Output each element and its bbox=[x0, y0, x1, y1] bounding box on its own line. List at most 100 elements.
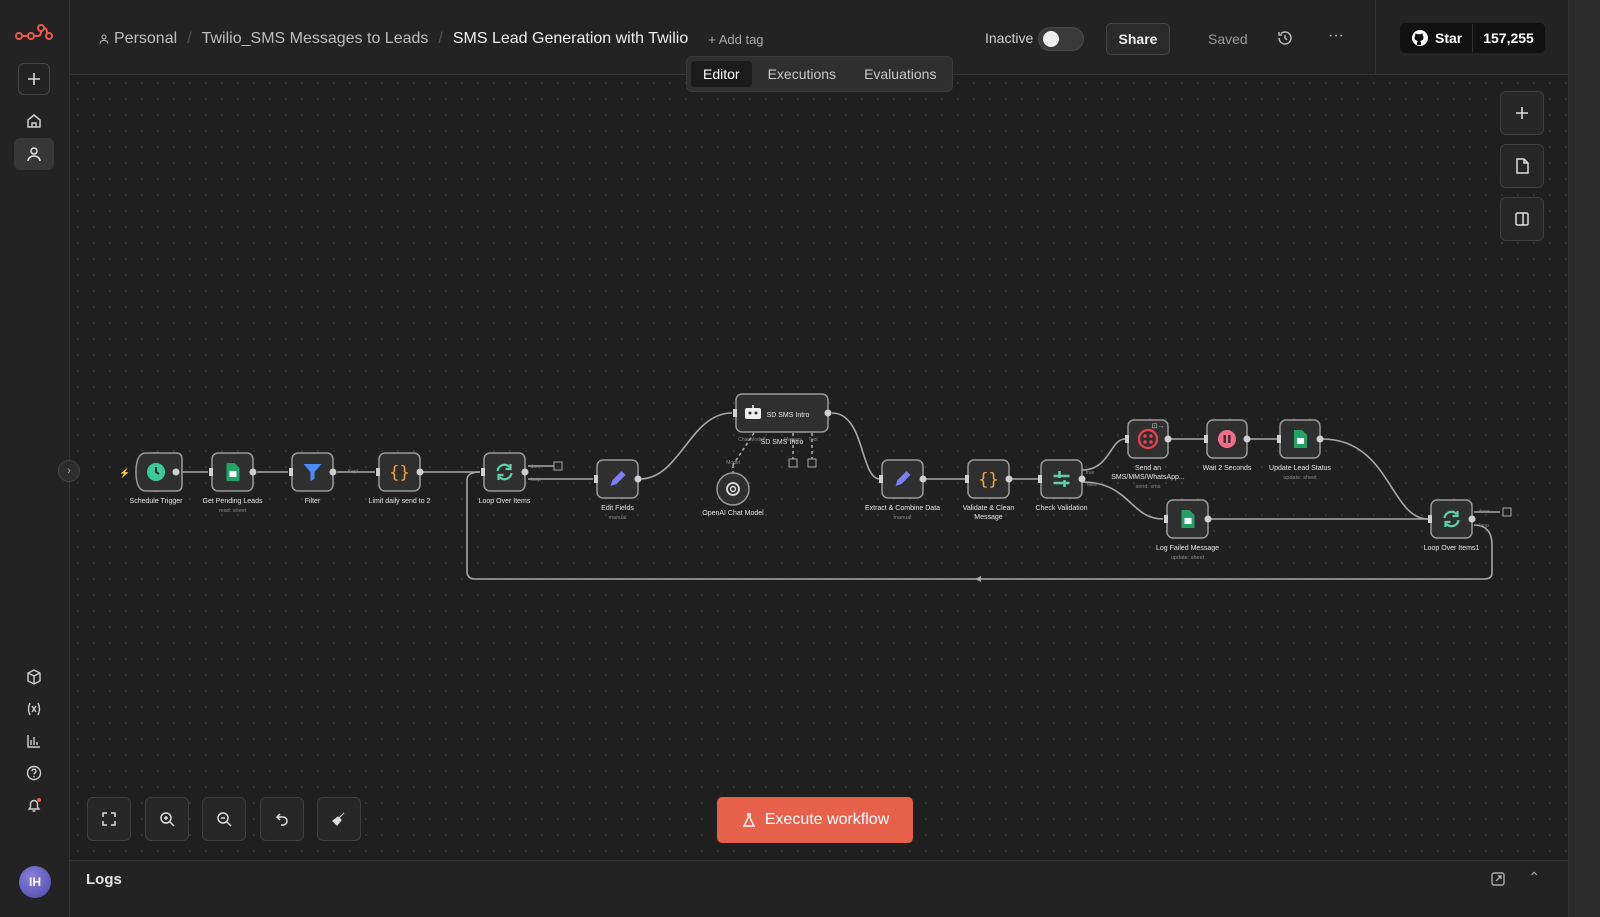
sticky-note-button[interactable] bbox=[1500, 144, 1544, 188]
panel-icon bbox=[1515, 212, 1529, 226]
output-port[interactable] bbox=[521, 468, 529, 476]
node-subtitle: manual bbox=[893, 515, 911, 521]
sidebar-item-personal[interactable] bbox=[14, 138, 54, 170]
node-box[interactable] bbox=[1040, 459, 1083, 499]
tab-evaluations[interactable]: Evaluations bbox=[852, 61, 948, 87]
input-port[interactable] bbox=[1204, 435, 1208, 443]
input-port[interactable] bbox=[1428, 515, 1432, 523]
node-loop[interactable] bbox=[481, 452, 529, 492]
tab-executions[interactable]: Executions bbox=[756, 61, 848, 87]
sidebar-item-insights[interactable] bbox=[14, 725, 54, 757]
node-title: Validate & Clean bbox=[963, 505, 1015, 512]
add-memory-stub[interactable] bbox=[788, 458, 798, 468]
input-port[interactable] bbox=[965, 475, 969, 483]
node-check[interactable] bbox=[1038, 459, 1086, 499]
node-openai[interactable] bbox=[716, 472, 750, 506]
box-icon bbox=[27, 669, 41, 685]
output-port[interactable] bbox=[919, 475, 927, 483]
svg-text:{}: {} bbox=[389, 463, 409, 483]
history-icon[interactable] bbox=[1276, 29, 1294, 47]
tab-editor[interactable]: Editor bbox=[691, 61, 752, 87]
output-port[interactable] bbox=[1468, 515, 1476, 523]
zoom-in-button[interactable] bbox=[145, 797, 189, 841]
output-port[interactable] bbox=[1164, 435, 1172, 443]
workflow-canvas[interactable]: ⚡ Schedule Trigger Get Pending Leads read: … bbox=[70, 75, 1600, 860]
share-button[interactable]: Share bbox=[1106, 23, 1170, 55]
branch-label-false: false bbox=[1087, 482, 1098, 488]
output-port[interactable] bbox=[1204, 515, 1212, 523]
node-loop2[interactable] bbox=[1428, 499, 1476, 539]
input-port[interactable] bbox=[481, 468, 485, 476]
github-star-button[interactable]: Star 157,255 bbox=[1400, 23, 1545, 53]
add-tag-button[interactable]: + Add tag bbox=[708, 32, 763, 47]
more-options-icon[interactable]: ··· bbox=[1328, 27, 1344, 45]
output-port[interactable] bbox=[1078, 475, 1086, 483]
github-star[interactable]: Star bbox=[1401, 24, 1474, 52]
add-node-stub[interactable] bbox=[1502, 507, 1512, 517]
sidebar-item-notifications[interactable] bbox=[14, 789, 54, 821]
node-send[interactable] bbox=[1125, 419, 1172, 459]
add-node-button[interactable] bbox=[1500, 91, 1544, 135]
tidy-up-button[interactable] bbox=[317, 797, 361, 841]
branch-label-kept: Kept bbox=[348, 469, 359, 475]
sidebar-item-templates[interactable] bbox=[14, 661, 54, 693]
breadcrumb-personal[interactable]: Personal bbox=[98, 30, 177, 48]
sidebar-item-help[interactable] bbox=[14, 757, 54, 789]
node-subtitle: manual bbox=[608, 515, 626, 521]
input-port[interactable] bbox=[289, 468, 293, 476]
input-port[interactable] bbox=[376, 468, 380, 476]
branch-label-done: done bbox=[530, 464, 541, 470]
node-title: Log Failed Message bbox=[1156, 545, 1219, 552]
input-port[interactable] bbox=[1277, 435, 1281, 443]
zoom-out-icon bbox=[217, 812, 232, 827]
output-port[interactable] bbox=[172, 468, 180, 476]
workflow-name[interactable]: SMS Lead Generation with Twilio bbox=[453, 30, 688, 48]
input-port[interactable] bbox=[209, 468, 213, 476]
output-port[interactable] bbox=[1243, 435, 1251, 443]
logs-title: Logs bbox=[86, 871, 122, 888]
breadcrumb-separator: / bbox=[438, 30, 443, 47]
logs-panel[interactable]: Logs ⌃ bbox=[70, 860, 1600, 917]
input-port[interactable] bbox=[733, 409, 737, 417]
input-port[interactable] bbox=[1164, 515, 1168, 523]
output-port[interactable] bbox=[329, 468, 337, 476]
input-port[interactable] bbox=[1125, 435, 1129, 443]
add-node-stub[interactable] bbox=[553, 461, 563, 471]
zoom-out-button[interactable] bbox=[202, 797, 246, 841]
create-button[interactable] bbox=[18, 63, 50, 95]
output-port[interactable] bbox=[416, 468, 424, 476]
node-circle[interactable] bbox=[716, 472, 750, 506]
pause-icon bbox=[1218, 430, 1236, 448]
breadcrumb-folder[interactable]: Twilio_SMS Messages to Leads bbox=[202, 30, 429, 48]
output-port[interactable] bbox=[1005, 475, 1013, 483]
code-icon: {} bbox=[389, 463, 409, 483]
output-port[interactable] bbox=[634, 475, 642, 483]
avatar[interactable]: IH bbox=[19, 866, 51, 898]
reset-zoom-button[interactable] bbox=[260, 797, 304, 841]
node-box[interactable] bbox=[1430, 499, 1473, 539]
node-title: Check Validation bbox=[1035, 505, 1087, 512]
active-toggle[interactable] bbox=[1038, 27, 1084, 51]
node-box[interactable] bbox=[483, 452, 526, 492]
toggle-panel-button[interactable] bbox=[1500, 197, 1544, 241]
execute-workflow-button[interactable]: Execute workflow bbox=[717, 797, 913, 843]
input-port[interactable] bbox=[1038, 475, 1042, 483]
output-port[interactable] bbox=[249, 468, 257, 476]
n8n-logo-icon[interactable] bbox=[14, 22, 54, 50]
active-status-label: Inactive bbox=[985, 30, 1034, 46]
user-icon bbox=[27, 147, 41, 162]
sidebar-collapse-toggle[interactable]: › bbox=[58, 460, 80, 482]
input-port[interactable] bbox=[879, 475, 883, 483]
chevron-up-icon[interactable]: ⌃ bbox=[1528, 869, 1540, 886]
branch-label-loop: loop bbox=[1479, 523, 1489, 529]
output-port[interactable] bbox=[824, 409, 832, 417]
output-port[interactable] bbox=[1316, 435, 1324, 443]
node-title: Edit Fields bbox=[601, 505, 634, 512]
plus-icon bbox=[28, 73, 40, 85]
fit-view-button[interactable] bbox=[87, 797, 131, 841]
add-tool-stub[interactable] bbox=[807, 458, 817, 468]
popout-icon[interactable] bbox=[1490, 871, 1506, 887]
sidebar-item-variables[interactable] bbox=[14, 693, 54, 725]
sidebar-item-home[interactable] bbox=[14, 105, 54, 137]
input-port[interactable] bbox=[594, 475, 598, 483]
